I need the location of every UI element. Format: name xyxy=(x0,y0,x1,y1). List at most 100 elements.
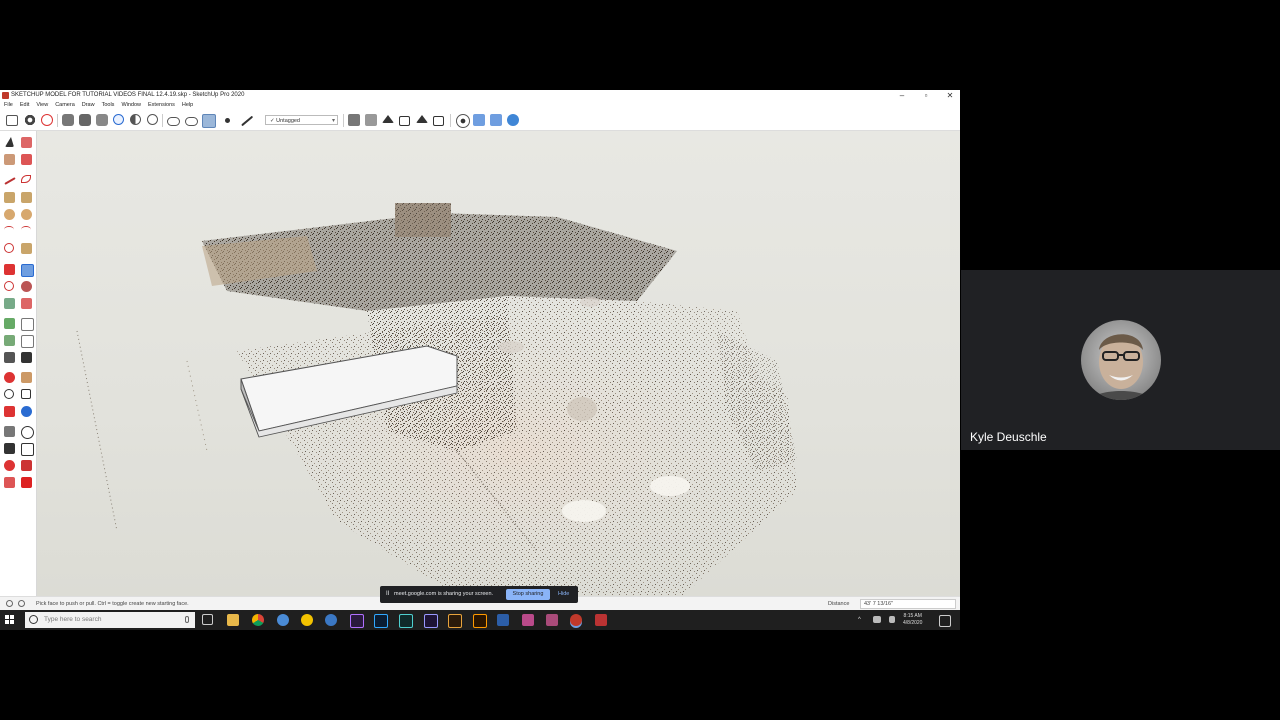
iso-view-icon[interactable] xyxy=(348,114,360,126)
rotate-icon[interactable] xyxy=(4,281,14,291)
look-around-icon[interactable] xyxy=(21,426,34,439)
menu-camera[interactable]: Camera xyxy=(55,101,75,110)
task-view-icon[interactable] xyxy=(202,614,213,625)
microphone-icon[interactable] xyxy=(185,616,189,623)
sandbox-icon[interactable] xyxy=(4,460,15,471)
position-camera-icon[interactable] xyxy=(4,426,15,437)
select-arrow-icon[interactable] xyxy=(5,137,14,147)
eraser-alt-icon[interactable] xyxy=(21,154,32,165)
section-plane-icon[interactable] xyxy=(456,114,470,128)
premiere-icon[interactable] xyxy=(350,614,364,628)
menu-file[interactable]: File xyxy=(4,101,13,110)
menu-tools[interactable]: Tools xyxy=(102,101,115,110)
xray-icon[interactable] xyxy=(113,114,124,125)
push-pull-icon[interactable] xyxy=(21,264,34,277)
participant-tile[interactable]: Kyle Deuschle xyxy=(961,270,1280,450)
app-icon-blue[interactable] xyxy=(325,614,337,626)
tray-chevron-icon[interactable]: ^ xyxy=(858,610,861,630)
file-explorer-icon[interactable] xyxy=(227,614,239,626)
bridge-icon[interactable] xyxy=(448,614,462,628)
chrome-canary-icon[interactable] xyxy=(301,614,313,626)
tape-measure-icon[interactable] xyxy=(4,318,15,329)
system-clock[interactable]: 8:15 AM 4/8/2020 xyxy=(903,613,922,627)
windows-start-icon[interactable] xyxy=(5,615,15,625)
scale-icon[interactable] xyxy=(4,298,15,309)
zoom-icon[interactable] xyxy=(4,389,14,399)
arc-icon[interactable] xyxy=(4,226,14,233)
gear-icon[interactable] xyxy=(24,114,36,126)
geo-location-icon[interactable] xyxy=(6,600,13,607)
styles-icon[interactable] xyxy=(96,114,108,126)
circle-icon[interactable] xyxy=(4,209,15,220)
three-d-text-icon[interactable] xyxy=(21,352,32,363)
cloud-icon[interactable] xyxy=(167,117,180,126)
menu-help[interactable]: Help xyxy=(182,101,193,110)
menu-extensions[interactable]: Extensions xyxy=(148,101,175,110)
volume-icon[interactable] xyxy=(889,616,895,623)
three-point-arc-icon[interactable] xyxy=(4,243,14,253)
menu-edit[interactable]: Edit xyxy=(20,101,29,110)
text-icon[interactable] xyxy=(21,335,34,348)
cloud-download-icon[interactable] xyxy=(185,117,198,126)
chrome-icon[interactable] xyxy=(252,614,264,626)
top-view-icon[interactable] xyxy=(365,114,377,126)
move-icon[interactable] xyxy=(4,264,15,275)
extension-icon-a[interactable] xyxy=(4,477,15,488)
two-point-arc-icon[interactable] xyxy=(21,226,31,233)
illustrator-icon[interactable] xyxy=(473,614,487,628)
protractor-icon[interactable] xyxy=(4,335,15,346)
right-view-icon[interactable] xyxy=(399,116,410,126)
materials-icon[interactable] xyxy=(79,114,91,126)
axes-icon[interactable] xyxy=(4,352,15,363)
extension-icon-b[interactable] xyxy=(21,477,32,488)
stop-sharing-button[interactable]: Stop sharing xyxy=(506,589,550,600)
follow-me-icon[interactable] xyxy=(21,281,32,292)
app-icon-magenta[interactable] xyxy=(546,614,558,626)
section-fill-icon[interactable] xyxy=(507,114,519,126)
front-view-icon[interactable] xyxy=(382,115,394,123)
measurements-box[interactable]: 43' 7 13/16" xyxy=(860,599,956,609)
left-view-icon[interactable] xyxy=(433,116,444,126)
menu-draw[interactable]: Draw xyxy=(82,101,95,110)
network-icon[interactable] xyxy=(873,616,881,623)
maximize-button[interactable]: ▫ xyxy=(922,90,930,101)
offset-icon[interactable] xyxy=(21,298,32,309)
warehouse-icon[interactable] xyxy=(202,114,216,128)
hidden-line-icon[interactable] xyxy=(147,114,158,125)
sandbox-scratch-icon[interactable] xyxy=(21,460,32,471)
walk-icon[interactable] xyxy=(4,443,15,454)
close-button[interactable]: ✕ xyxy=(946,90,954,101)
components-icon[interactable] xyxy=(62,114,74,126)
back-edges-icon[interactable] xyxy=(130,114,141,125)
minimize-button[interactable]: – xyxy=(898,90,906,101)
taskbar-search-input[interactable]: Type here to search xyxy=(25,612,195,628)
browser-icon[interactable] xyxy=(277,614,289,626)
info-icon[interactable] xyxy=(18,600,25,607)
rectangle-icon[interactable] xyxy=(4,192,15,203)
line-tool-icon[interactable] xyxy=(4,177,16,185)
point-icon[interactable] xyxy=(225,118,230,123)
freehand-icon[interactable] xyxy=(21,175,31,183)
zoom-extents-icon[interactable] xyxy=(4,406,15,417)
tag-select[interactable]: ✓ Untagged ▾ xyxy=(265,115,338,125)
zoom-window-icon[interactable] xyxy=(21,389,31,399)
polygon-icon[interactable] xyxy=(21,209,32,220)
drag-handle-icon[interactable]: II xyxy=(386,586,389,603)
display-section-icon[interactable] xyxy=(473,114,485,126)
photoshop-icon[interactable] xyxy=(374,614,388,628)
section-plane-tool-icon[interactable] xyxy=(21,443,34,456)
back-view-icon[interactable] xyxy=(416,115,428,123)
pan-icon[interactable] xyxy=(21,372,32,383)
line-icon[interactable] xyxy=(241,115,253,126)
menu-view[interactable]: View xyxy=(36,101,48,110)
video-app-icon[interactable] xyxy=(595,614,607,626)
notifications-icon[interactable] xyxy=(939,615,951,627)
eraser-icon[interactable] xyxy=(21,137,32,148)
rotated-rectangle-icon[interactable] xyxy=(21,192,32,203)
paint-bucket-icon[interactable] xyxy=(4,154,15,165)
hide-banner-button[interactable]: Hide xyxy=(558,586,569,603)
dimension-icon[interactable] xyxy=(21,318,34,331)
menu-window[interactable]: Window xyxy=(121,101,141,110)
section-cuts-icon[interactable] xyxy=(490,114,502,126)
after-effects-icon[interactable] xyxy=(424,614,438,628)
